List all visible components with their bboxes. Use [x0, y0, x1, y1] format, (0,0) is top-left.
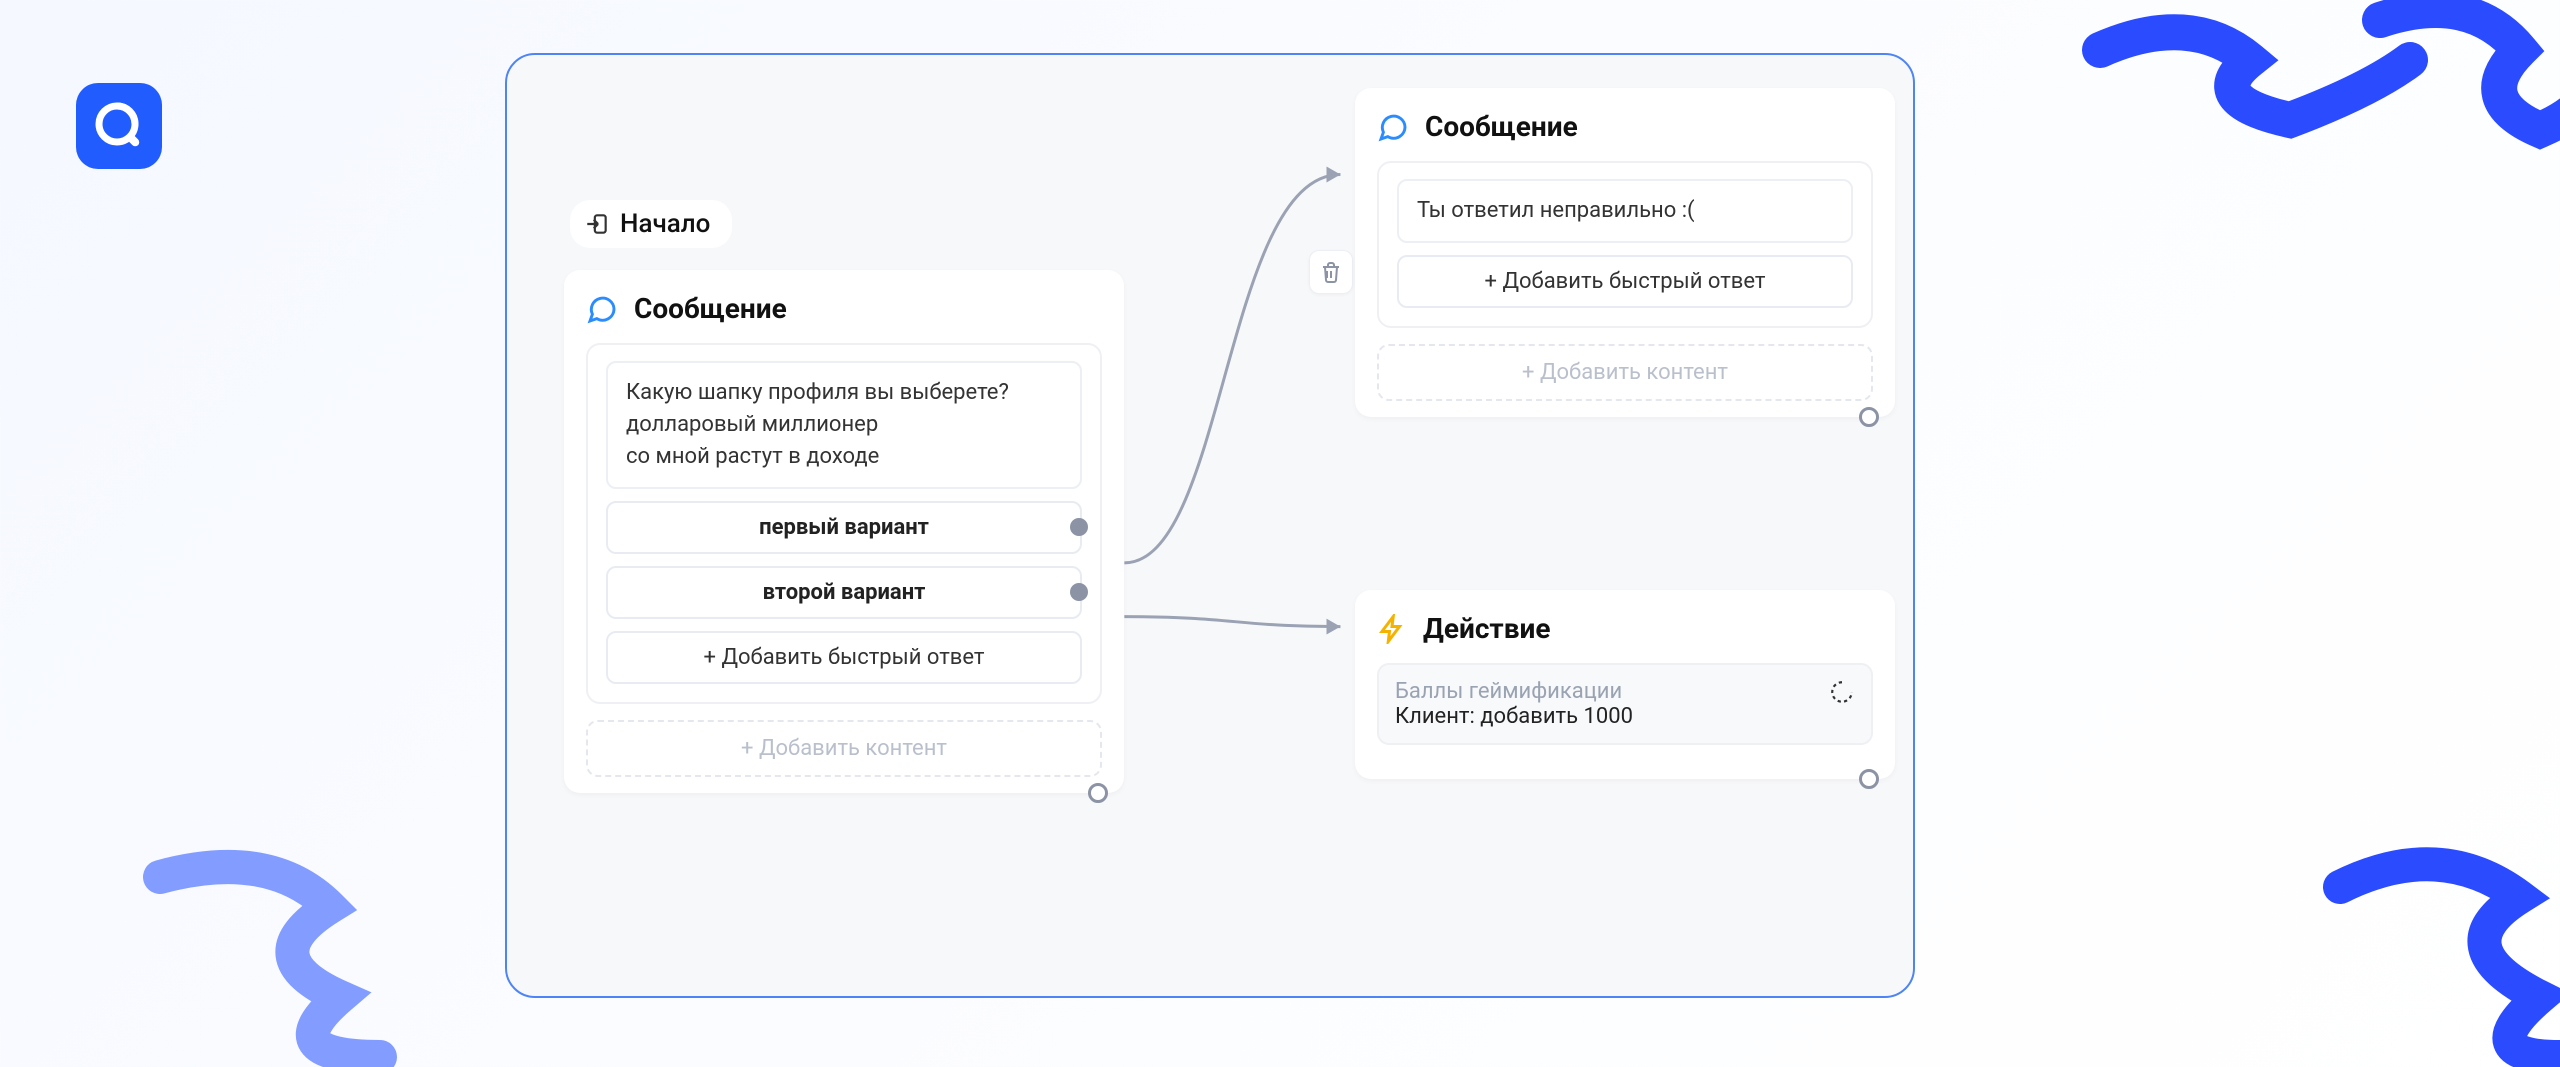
action-content-block[interactable]: Баллы геймификации Клиент: добавить 1000	[1377, 663, 1873, 745]
message-text[interactable]: Ты ответил неправильно :(	[1397, 179, 1853, 243]
decorative-squiggle	[2320, 827, 2560, 1067]
add-content-label: + Добавить контент	[741, 736, 947, 761]
message-content-block: Какую шапку профиля вы выберете? долларо…	[586, 343, 1102, 704]
add-content-button[interactable]: + Добавить контент	[1377, 344, 1873, 401]
message-content-block: Ты ответил неправильно :( + Добавить быс…	[1377, 161, 1873, 328]
trash-icon	[1319, 260, 1343, 284]
add-quick-reply-button[interactable]: + Добавить быстрый ответ	[606, 631, 1082, 684]
chat-icon	[586, 293, 618, 325]
card-title: Действие	[1423, 612, 1551, 645]
card-output-port[interactable]	[1859, 407, 1879, 427]
quick-reply-option-1[interactable]: первый вариант	[606, 501, 1082, 554]
action-card[interactable]: Действие Баллы геймификации Клиент: доба…	[1355, 590, 1895, 779]
bolt-icon	[1377, 614, 1407, 644]
start-chip-label: Начало	[620, 209, 710, 239]
output-port[interactable]	[1070, 518, 1088, 536]
message-line: Ты ответил неправильно :(	[1417, 195, 1833, 227]
add-quick-reply-label: + Добавить быстрый ответ	[704, 645, 985, 670]
enter-icon	[584, 211, 610, 237]
decorative-squiggle	[120, 837, 420, 1067]
message-line: со мной растут в доходе	[626, 441, 1062, 473]
app-logo	[76, 83, 162, 169]
message-card-2[interactable]: Сообщение Ты ответил неправильно :( + До…	[1355, 88, 1895, 417]
add-content-label: + Добавить контент	[1522, 360, 1728, 385]
option-label: первый вариант	[759, 515, 929, 540]
start-chip[interactable]: Начало	[570, 200, 732, 248]
output-port[interactable]	[1070, 583, 1088, 601]
flow-editor-panel: Начало Сообщение Какую шапку профиля вы …	[505, 53, 1915, 998]
message-line: долларовый миллионер	[626, 409, 1062, 441]
message-card-1[interactable]: Сообщение Какую шапку профиля вы выберет…	[564, 270, 1124, 793]
card-title: Сообщение	[634, 292, 787, 325]
card-title: Сообщение	[1425, 110, 1578, 143]
card-output-port[interactable]	[1088, 783, 1108, 803]
spinner-icon	[1829, 679, 1855, 705]
message-line: Какую шапку профиля вы выберете?	[626, 377, 1062, 409]
add-quick-reply-button[interactable]: + Добавить быстрый ответ	[1397, 255, 1853, 308]
delete-button[interactable]	[1309, 250, 1353, 294]
card-output-port[interactable]	[1859, 769, 1879, 789]
add-content-button[interactable]: + Добавить контент	[586, 720, 1102, 777]
action-type-label: Баллы геймификации	[1395, 679, 1855, 704]
option-label: второй вариант	[763, 580, 926, 605]
quick-reply-option-2[interactable]: второй вариант	[606, 566, 1082, 619]
chat-icon	[1377, 111, 1409, 143]
action-value: Клиент: добавить 1000	[1395, 704, 1855, 729]
decorative-squiggle	[2070, 0, 2560, 290]
add-quick-reply-label: + Добавить быстрый ответ	[1485, 269, 1766, 294]
message-text[interactable]: Какую шапку профиля вы выберете? долларо…	[606, 361, 1082, 489]
